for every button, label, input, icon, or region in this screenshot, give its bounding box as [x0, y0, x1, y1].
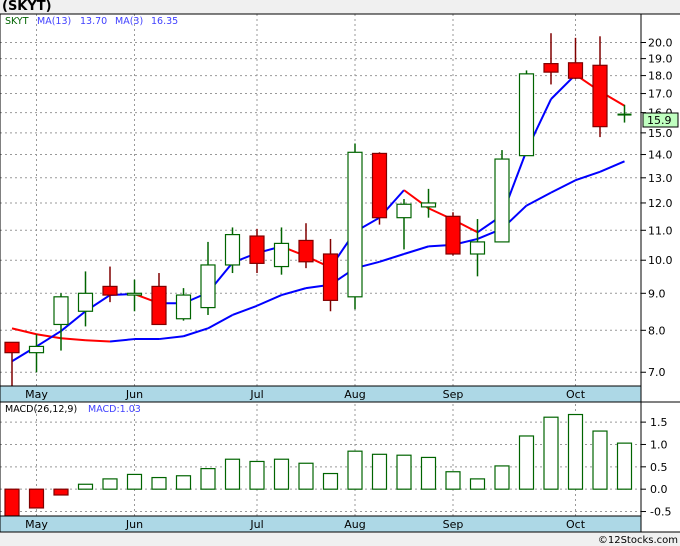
- last-price-value: 15.9: [647, 114, 672, 127]
- candle-body: [200, 264, 216, 309]
- month-label: Jul: [249, 388, 263, 401]
- month-label: Oct: [566, 518, 586, 531]
- macd-legend-label: MACD(26,12,9): [5, 404, 77, 415]
- price-tick-label: 14.0: [648, 149, 673, 162]
- copyright: ©12Stocks.com: [598, 535, 678, 546]
- macd-bar: [518, 435, 535, 490]
- macd-tick-label: 0.0: [650, 483, 668, 496]
- macd-bar: [371, 453, 388, 490]
- price-tick-label: 10.0: [648, 254, 673, 267]
- macd-bar: [200, 468, 216, 490]
- macd-bar: [322, 472, 339, 490]
- candle-body: [445, 215, 461, 255]
- candle-body: [249, 235, 265, 264]
- macd-bar: [102, 478, 118, 490]
- candle-body: [53, 296, 69, 326]
- macd-tick-label: -0.5: [650, 506, 671, 519]
- candle-body: [371, 152, 388, 219]
- macd-bar: [53, 488, 69, 496]
- month-label: May: [25, 518, 48, 531]
- macd-bar: [175, 475, 192, 490]
- stock-chart: May May Jun Jun Jul Jul Aug Aug Sep Sep Oct Oct 7.0…: [0, 13, 680, 546]
- candle-body: [224, 233, 241, 266]
- macd-bar: [126, 473, 143, 490]
- macd-bar: [273, 458, 290, 490]
- macd-tick-label: 1.0: [650, 438, 668, 451]
- candle-body: [77, 292, 94, 312]
- candle-body: [298, 239, 314, 263]
- price-tick-label: 13.0: [648, 172, 673, 185]
- macd-bar: [420, 456, 437, 490]
- month-band-bottom: [0, 516, 641, 532]
- macd-bar: [469, 478, 486, 490]
- macd-bar: [494, 465, 510, 490]
- price-tick-label: 11.0: [648, 224, 673, 237]
- price-tick-label: 18.0: [648, 70, 673, 83]
- macd-tick-label: 0.5: [650, 461, 668, 474]
- candle-body: [396, 203, 412, 219]
- candle-body: [273, 242, 290, 268]
- macd-bar: [298, 462, 314, 490]
- candle-body: [151, 285, 167, 326]
- macd-bar: [77, 483, 94, 490]
- candle-body: [347, 151, 363, 298]
- macd-bar: [616, 442, 633, 490]
- candle-body: [4, 341, 20, 354]
- macd-bar: [396, 454, 412, 490]
- price-tick-label: 19.0: [648, 53, 673, 66]
- candle-body: [543, 63, 559, 73]
- macd-bar: [543, 416, 559, 490]
- legend-ma3-value: 16.35: [151, 16, 178, 27]
- candle-body: [322, 253, 339, 301]
- month-label: Jun: [125, 518, 143, 531]
- chart-container: (SKYT) May May Jun Jun Jul Jul Aug Aug Sep Sep Oct…: [0, 0, 680, 546]
- macd-bar: [151, 476, 167, 490]
- price-tick-label: 7.0: [648, 366, 666, 379]
- month-label: May: [25, 388, 48, 401]
- price-tick-label: 9.0: [648, 287, 666, 300]
- candle-body: [420, 202, 437, 208]
- price-tick-label: 12.0: [648, 197, 673, 210]
- candle-body: [126, 292, 143, 296]
- macd-tick-label: 1.5: [650, 416, 668, 429]
- month-label: Jun: [125, 388, 143, 401]
- price-tick-label: 15.0: [648, 127, 673, 140]
- legend-ma13-value: 13.70: [80, 16, 107, 27]
- month-label: Jul: [249, 518, 263, 531]
- candle-body: [494, 158, 510, 243]
- month-label: Aug: [344, 388, 365, 401]
- macd-legend-value: MACD:1.03: [88, 404, 141, 415]
- macd-bar: [28, 488, 45, 509]
- macd-bar: [4, 488, 20, 517]
- macd-bar: [567, 413, 584, 490]
- legend-ma3-label: MA(3): [115, 16, 143, 27]
- legend-ma13-label: MA(13): [37, 16, 71, 27]
- price-tick-label: 20.0: [648, 37, 673, 50]
- month-label: Oct: [566, 388, 586, 401]
- macd-bar: [445, 471, 461, 490]
- macd-bar: [592, 430, 608, 490]
- macd-bar: [249, 460, 265, 490]
- macd-bar: [224, 458, 241, 490]
- candle-body: [592, 64, 608, 128]
- month-label: Sep: [443, 388, 464, 401]
- candle-body: [567, 62, 584, 79]
- month-label: Aug: [344, 518, 365, 531]
- month-label: Sep: [443, 518, 464, 531]
- price-tick-label: 8.0: [648, 324, 666, 337]
- price-tick-label: 17.0: [648, 88, 673, 101]
- candle-body: [102, 285, 118, 296]
- month-band-top: [0, 386, 641, 402]
- legend-symbol: SKYT: [5, 16, 29, 27]
- candle-body: [518, 73, 535, 157]
- ma13-segment: [85, 339, 111, 343]
- macd-bar: [347, 450, 363, 490]
- candle-body: [28, 345, 45, 354]
- candle-body: [175, 294, 192, 320]
- candle-body: [469, 241, 486, 255]
